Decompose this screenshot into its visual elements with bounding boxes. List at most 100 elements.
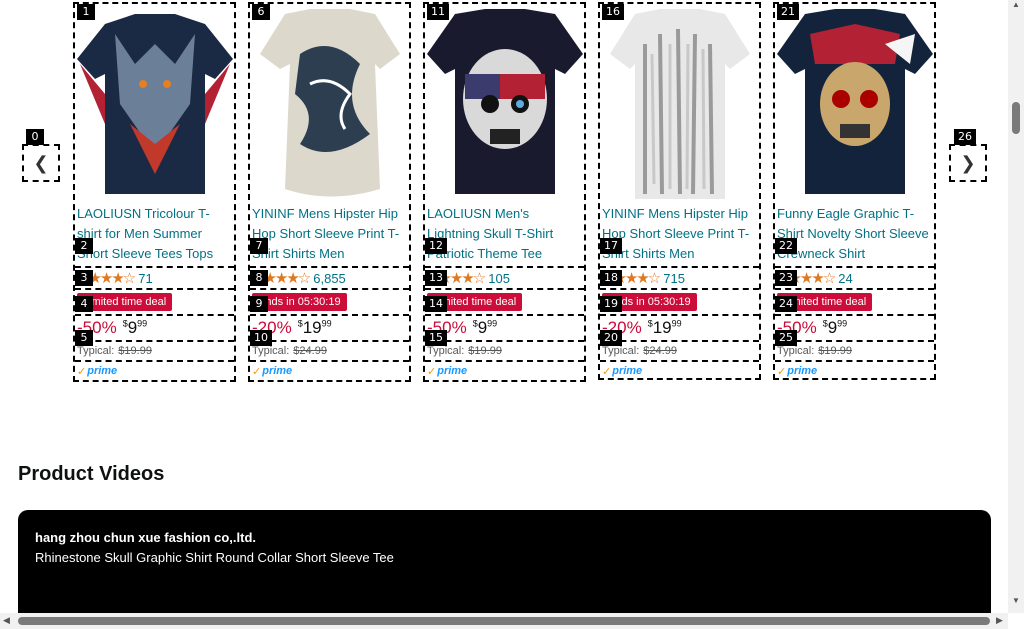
carousel-prev-button[interactable]: ❮ xyxy=(22,144,60,182)
element-tag: 24 xyxy=(775,296,797,312)
price-row[interactable]: 24 -50% $999 xyxy=(775,296,934,340)
typical-price-value: $24.99 xyxy=(293,345,327,357)
prime-logo: prime xyxy=(787,365,818,377)
price-row[interactable]: 9 -20% $1999 xyxy=(250,296,409,340)
chevron-right-icon: ❯ xyxy=(960,152,976,174)
typical-price-value: $24.99 xyxy=(643,345,677,357)
element-tag: 22 xyxy=(775,238,797,254)
element-tag: 26 xyxy=(954,129,976,145)
product-image-hiphop-shirt[interactable] xyxy=(250,4,409,199)
product-card: 21 Funny Eagle Graphic T-Shirt Novelty S… xyxy=(773,2,936,380)
rating-count-link[interactable]: 6,855 xyxy=(313,271,346,286)
element-tag: 19 xyxy=(600,296,622,312)
prime-check-icon: ✓ xyxy=(602,365,612,378)
product-title-link[interactable]: YININF Mens Hipster Hip Hop Short Sleeve… xyxy=(600,199,759,266)
product-image-skull-shirt[interactable] xyxy=(425,4,584,199)
video-brand: hang zhou chun xue fashion co,.ltd. xyxy=(35,530,256,545)
element-tag: 23 xyxy=(775,270,797,286)
price: $1999 xyxy=(297,318,332,337)
price-row[interactable]: 14 -50% $999 xyxy=(425,296,584,340)
prime-logo: prime xyxy=(612,365,643,377)
element-tag: 15 xyxy=(425,330,447,346)
prime-row: ✓ prime xyxy=(600,360,759,380)
typical-price-label: Typical: xyxy=(252,345,290,357)
price: $999 xyxy=(822,318,848,337)
prime-check-icon: ✓ xyxy=(777,365,787,378)
typical-price-row: 20 Typical: $24.99 xyxy=(600,330,759,360)
element-tag: 17 xyxy=(600,238,622,254)
element-tag: 14 xyxy=(425,296,447,312)
product-videos-heading: Product Videos xyxy=(18,463,165,485)
product-card: 1 LAOLIUSN Tricolour T-shirt for Men Sum… xyxy=(73,2,236,382)
prime-row: ✓ prime xyxy=(75,360,234,380)
typical-price-row: 15 Typical: $19.99 xyxy=(425,330,584,360)
vertical-scrollbar[interactable]: ▲ ▼ xyxy=(1008,0,1024,614)
rating-row[interactable]: 2 ★★★★☆ 71 xyxy=(75,238,234,288)
element-tag: 4 xyxy=(75,296,93,312)
element-tag: 7 xyxy=(250,238,268,254)
prime-check-icon: ✓ xyxy=(77,365,87,378)
price: $999 xyxy=(472,318,498,337)
element-tag: 25 xyxy=(775,330,797,346)
rating-row[interactable]: 22 ★★★★☆ 24 xyxy=(775,238,934,288)
product-image-wolf-shirt[interactable] xyxy=(75,4,234,199)
typical-price-label: Typical: xyxy=(77,345,115,357)
price: $999 xyxy=(122,318,148,337)
prime-row: ✓ prime xyxy=(775,360,934,380)
typical-price-value: $19.99 xyxy=(118,345,152,357)
rating-count-link[interactable]: 71 xyxy=(138,271,152,286)
element-tag: 21 xyxy=(777,4,799,20)
element-tag: 9 xyxy=(250,296,268,312)
product-title-link[interactable]: LAOLIUSN Tricolour T-shirt for Men Summe… xyxy=(75,199,234,266)
product-title-link[interactable]: Funny Eagle Graphic T-Shirt Novelty Shor… xyxy=(775,199,934,266)
typical-price-label: Typical: xyxy=(427,345,465,357)
scroll-up-arrow-icon[interactable]: ▲ xyxy=(1012,0,1020,9)
price: $1999 xyxy=(647,318,682,337)
scroll-right-arrow-icon[interactable]: ▶ xyxy=(996,615,1003,626)
carousel-next-button[interactable]: ❯ xyxy=(949,144,987,182)
deal-row: 23 Limited time deal xyxy=(775,270,934,314)
element-tag: 18 xyxy=(600,270,622,286)
rating-row[interactable]: 17 ★★★★☆ 715 xyxy=(600,238,759,288)
prime-row: ✓ prime xyxy=(250,360,409,380)
rating-row[interactable]: 12 ★★★★☆ 105 xyxy=(425,238,584,288)
deal-row: 3 Limited time deal xyxy=(75,270,234,314)
typical-price-row: 10 Typical: $24.99 xyxy=(250,330,409,360)
deal-row: 8 Ends in 05:30:19 xyxy=(250,270,409,314)
product-image-tiedye-shirt[interactable] xyxy=(600,4,759,199)
video-player[interactable]: hang zhou chun xue fashion co,.ltd. Rhin… xyxy=(18,510,991,629)
rating-row[interactable]: 7 ★★★★☆ 6,855 xyxy=(250,238,409,288)
element-tag: 6 xyxy=(252,4,270,20)
scrollbar-corner xyxy=(1008,613,1024,629)
typical-price-label: Typical: xyxy=(602,345,640,357)
vertical-scroll-thumb[interactable] xyxy=(1012,102,1020,134)
product-title-link[interactable]: LAOLIUSN Men's Lightning Skull T-Shirt P… xyxy=(425,199,584,266)
typical-price-row: 5 Typical: $19.99 xyxy=(75,330,234,360)
product-card: 6 YININF Mens Hipster Hip Hop Short Slee… xyxy=(248,2,411,382)
horizontal-scroll-thumb[interactable] xyxy=(18,617,990,625)
product-card: 11 LAOLIUSN Men's Lightning Skull T-Shir… xyxy=(423,2,586,382)
element-tag: 13 xyxy=(425,270,447,286)
typical-price-label: Typical: xyxy=(777,345,815,357)
product-image-eagle-skull-shirt[interactable] xyxy=(775,4,934,199)
price-row[interactable]: 4 -50% $999 xyxy=(75,296,234,340)
product-carousel: ❮ 0 ❯ 26 1 LAOLIUSN Tricolour T-shirt fo… xyxy=(0,0,1008,410)
product-title-link[interactable]: YININF Mens Hipster Hip Hop Short Sleeve… xyxy=(250,199,409,266)
deal-row: 13 Limited time deal xyxy=(425,270,584,314)
price-row[interactable]: 19 -20% $1999 xyxy=(600,296,759,340)
prime-check-icon: ✓ xyxy=(427,365,437,378)
element-tag: 1 xyxy=(77,4,95,20)
element-tag: 12 xyxy=(425,238,447,254)
scroll-down-arrow-icon[interactable]: ▼ xyxy=(1012,596,1020,605)
rating-count-link[interactable]: 24 xyxy=(838,271,852,286)
prime-logo: prime xyxy=(87,365,118,377)
rating-count-link[interactable]: 105 xyxy=(488,271,510,286)
rating-count-link[interactable]: 715 xyxy=(663,271,685,286)
typical-price-value: $19.99 xyxy=(818,345,852,357)
prime-check-icon: ✓ xyxy=(252,365,262,378)
element-tag: 8 xyxy=(250,270,268,286)
element-tag: 11 xyxy=(427,4,449,20)
scroll-left-arrow-icon[interactable]: ◀ xyxy=(3,615,10,626)
typical-price-row: 25 Typical: $19.99 xyxy=(775,330,934,360)
horizontal-scrollbar[interactable]: ◀ ▶ xyxy=(0,613,1008,629)
